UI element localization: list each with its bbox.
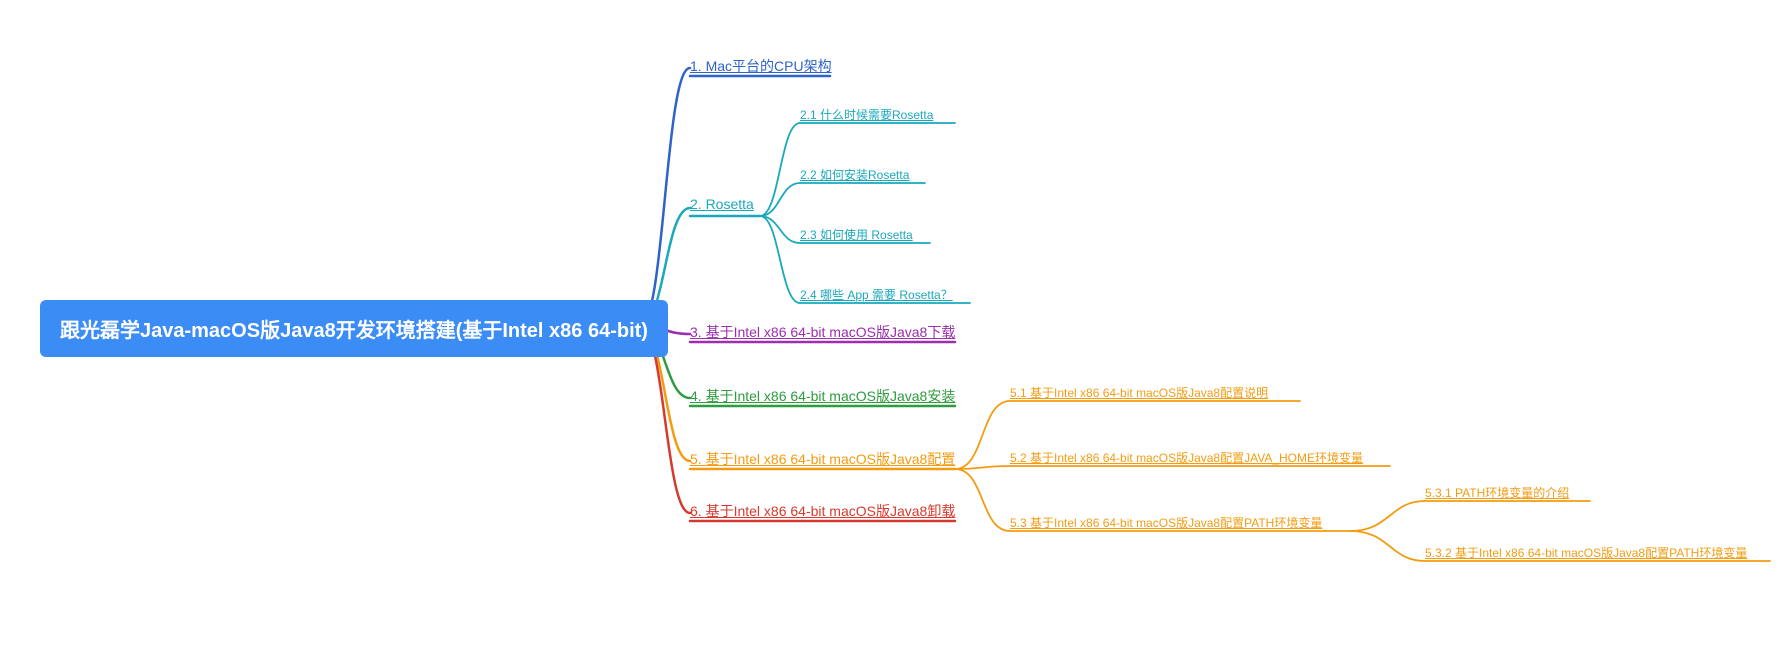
node-2-rosetta[interactable]: 2. Rosetta	[690, 196, 754, 212]
node-2-2[interactable]: 2.2 如何安装Rosetta	[800, 166, 909, 183]
node-5-config[interactable]: 5. 基于Intel x86 64-bit macOS版Java8配置	[690, 449, 955, 469]
node-2-3[interactable]: 2.3 如何使用 Rosetta	[800, 226, 913, 243]
node-1-cpu[interactable]: 1. Mac平台的CPU架构	[690, 56, 832, 76]
node-5-2[interactable]: 5.2 基于Intel x86 64-bit macOS版Java8配置JAVA…	[1010, 449, 1363, 466]
node-5-3-1[interactable]: 5.3.1 PATH环境变量的介绍	[1425, 484, 1569, 501]
node-3-download[interactable]: 3. 基于Intel x86 64-bit macOS版Java8下载	[690, 322, 955, 342]
mindmap-root[interactable]: 跟光磊学Java-macOS版Java8开发环境搭建(基于Intel x86 6…	[40, 300, 668, 357]
node-6-uninstall[interactable]: 6. 基于Intel x86 64-bit macOS版Java8卸载	[690, 501, 955, 521]
node-2-4[interactable]: 2.4 哪些 App 需要 Rosetta？	[800, 286, 953, 303]
node-5-3[interactable]: 5.3 基于Intel x86 64-bit macOS版Java8配置PATH…	[1010, 514, 1322, 531]
node-2-1[interactable]: 2.1 什么时候需要Rosetta	[800, 106, 933, 123]
node-5-3-2[interactable]: 5.3.2 基于Intel x86 64-bit macOS版Java8配置PA…	[1425, 544, 1747, 561]
node-5-1[interactable]: 5.1 基于Intel x86 64-bit macOS版Java8配置说明	[1010, 384, 1268, 401]
node-4-install[interactable]: 4. 基于Intel x86 64-bit macOS版Java8安装	[690, 386, 955, 406]
